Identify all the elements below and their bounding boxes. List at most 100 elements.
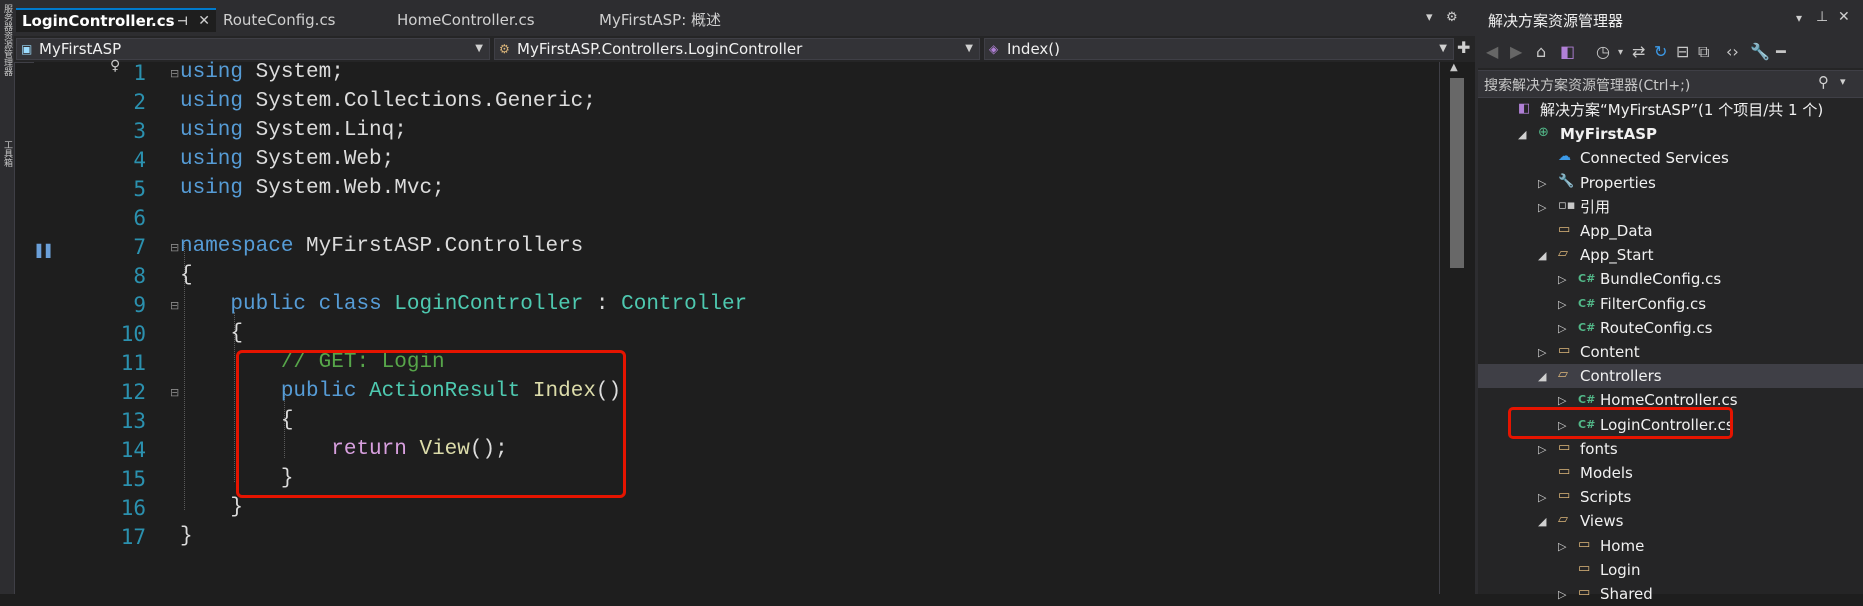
collapse-all-icon[interactable]: ⊟ bbox=[1676, 42, 1689, 61]
code-view-icon[interactable]: ‹› bbox=[1726, 42, 1739, 61]
back-icon[interactable]: ◀ bbox=[1486, 42, 1498, 61]
line-number: 5 bbox=[133, 177, 146, 201]
editor-vertical-scrollbar[interactable]: ▲ bbox=[1439, 62, 1476, 594]
tree-node-label[interactable]: RouteConfig.cs bbox=[1600, 316, 1713, 340]
tree-node-label[interactable]: Home bbox=[1600, 534, 1644, 558]
class-dropdown-value: MyFirstASP.Controllers.LoginController bbox=[517, 40, 803, 58]
csharp-file-icon: C# bbox=[1578, 393, 1596, 407]
filter-dropdown-icon[interactable]: ▾ bbox=[1618, 47, 1623, 58]
tree-node-label[interactable]: Views bbox=[1580, 509, 1623, 533]
tree-node-label[interactable]: App_Data bbox=[1580, 219, 1653, 243]
csharp-file-icon: C# bbox=[1578, 320, 1596, 334]
tree-node-label[interactable]: MyFirstASP bbox=[1560, 122, 1657, 146]
code-editor[interactable]: ♀ ▐▐ 1 using System; ⊟ 2 using System.Collec… bbox=[32, 58, 1439, 594]
collapsed-arrow-icon[interactable]: ▷ bbox=[1538, 491, 1546, 504]
search-icon[interactable]: ⚲ bbox=[1818, 73, 1829, 91]
solution-search-box[interactable]: 搜索解决方案资源管理器(Ctrl+;) ⚲ ▾ bbox=[1478, 70, 1863, 98]
code-line[interactable]: public class LoginController : Controlle… bbox=[180, 293, 747, 316]
close-icon[interactable]: ✕ bbox=[1838, 9, 1850, 25]
tree-node-label[interactable]: Controllers bbox=[1580, 364, 1662, 388]
show-all-files-icon[interactable]: ⧉ bbox=[1698, 42, 1709, 62]
tree-node-label[interactable]: 引用 bbox=[1580, 195, 1610, 219]
tree-node-label[interactable]: BundleConfig.cs bbox=[1600, 267, 1721, 291]
code-line[interactable]: namespace MyFirstASP.Controllers bbox=[180, 235, 583, 258]
code-token: { bbox=[180, 264, 193, 287]
preview-icon[interactable]: ━ bbox=[1776, 42, 1786, 61]
code-line[interactable]: using System.Web; bbox=[180, 148, 394, 171]
split-editor-icon[interactable]: ✚ bbox=[1457, 38, 1470, 57]
close-icon[interactable]: ✕ bbox=[198, 10, 210, 32]
code-token: System.Web.Mvc; bbox=[243, 177, 445, 200]
code-line[interactable]: using System; bbox=[180, 61, 344, 84]
collapsed-arrow-icon[interactable]: ▷ bbox=[1558, 273, 1566, 286]
tab-homecontroller[interactable]: HomeController.cs bbox=[391, 8, 591, 32]
line-number: 11 bbox=[120, 351, 146, 375]
tree-node-label[interactable]: Content bbox=[1580, 340, 1640, 364]
collapsed-arrow-icon[interactable]: ▷ bbox=[1558, 540, 1566, 553]
tree-node-label[interactable]: Models bbox=[1580, 461, 1633, 485]
line-number: 9 bbox=[133, 293, 146, 317]
pin-icon[interactable]: ⊥ bbox=[1816, 9, 1828, 25]
tree-node-label[interactable]: FilterConfig.cs bbox=[1600, 292, 1706, 316]
collapsed-arrow-icon[interactable]: ▷ bbox=[1558, 298, 1566, 311]
code-line[interactable]: } bbox=[180, 525, 193, 548]
pending-changes-filter-icon[interactable]: ◷ bbox=[1596, 42, 1610, 61]
sync-icon[interactable]: ⇄ bbox=[1632, 42, 1645, 61]
collapsed-arrow-icon[interactable]: ▷ bbox=[1558, 394, 1566, 407]
line-number: 4 bbox=[133, 148, 146, 172]
tab-overview[interactable]: MyFirstASP: 概述 bbox=[593, 8, 789, 32]
tree-node-label[interactable]: Scripts bbox=[1580, 485, 1631, 509]
pin-icon[interactable]: ⊣ bbox=[177, 10, 188, 32]
line-number: 15 bbox=[120, 467, 146, 491]
code-line[interactable]: using System.Collections.Generic; bbox=[180, 90, 596, 113]
collapse-region-icon[interactable]: ⊟ bbox=[170, 299, 179, 312]
tree-node-label[interactable]: 解决方案“MyFirstASP”(1 个项目/共 1 个) bbox=[1540, 98, 1823, 122]
code-line[interactable]: using System.Linq; bbox=[180, 119, 407, 142]
home-icon[interactable]: ⌂ bbox=[1536, 42, 1546, 61]
collapse-region-icon[interactable]: ⊟ bbox=[170, 67, 179, 80]
toolbox-tab[interactable]: 工具箱 bbox=[1, 140, 14, 167]
scroll-up-icon[interactable]: ▲ bbox=[1450, 62, 1458, 73]
tab-logincontroller[interactable]: LoginController.cs ⊣ ✕ bbox=[16, 8, 216, 32]
tree-node-label[interactable]: App_Start bbox=[1580, 243, 1653, 267]
collapsed-arrow-icon[interactable]: ▷ bbox=[1558, 588, 1566, 601]
expanded-arrow-icon[interactable]: ◢ bbox=[1518, 128, 1526, 141]
settings-gear-icon[interactable]: ⚙ bbox=[1446, 10, 1458, 25]
tab-routeconfig[interactable]: RouteConfig.cs bbox=[217, 8, 390, 32]
scrollbar-thumb[interactable] bbox=[1450, 78, 1464, 268]
tree-node-label[interactable]: fonts bbox=[1580, 437, 1618, 461]
panel-dropdown-icon[interactable]: ▾ bbox=[1796, 11, 1802, 25]
tree-node-label[interactable]: Shared bbox=[1600, 582, 1653, 606]
expanded-arrow-icon[interactable]: ◢ bbox=[1538, 370, 1546, 383]
collapsed-arrow-icon[interactable]: ▷ bbox=[1538, 177, 1546, 190]
tree-node-label[interactable]: Connected Services bbox=[1580, 146, 1729, 170]
code-line[interactable]: } bbox=[180, 496, 243, 519]
code-line[interactable]: { bbox=[180, 264, 193, 287]
highlight-box-index-method bbox=[236, 350, 626, 498]
class-dropdown[interactable]: ⚙ MyFirstASP.Controllers.LoginController… bbox=[494, 38, 980, 60]
code-line[interactable]: using System.Web.Mvc; bbox=[180, 177, 445, 200]
switch-views-icon[interactable]: ◧ bbox=[1560, 42, 1575, 61]
tree-node-label[interactable]: Properties bbox=[1580, 171, 1656, 195]
tree-node-label[interactable]: Login bbox=[1600, 558, 1640, 582]
expanded-arrow-icon[interactable]: ◢ bbox=[1538, 515, 1546, 528]
collapse-region-icon[interactable]: ⊟ bbox=[170, 386, 179, 399]
collapsed-arrow-icon[interactable]: ▷ bbox=[1538, 346, 1546, 359]
code-line[interactable]: { bbox=[180, 322, 243, 345]
forward-icon[interactable]: ▶ bbox=[1510, 42, 1522, 61]
collapsed-arrow-icon[interactable]: ▷ bbox=[1538, 443, 1546, 456]
tab-dropdown-icon[interactable]: ▾ bbox=[1426, 10, 1433, 25]
member-dropdown[interactable]: ◈ Index() ▼ bbox=[984, 38, 1454, 60]
project-dropdown[interactable]: ▣ MyFirstASP ▼ bbox=[16, 38, 490, 60]
collapsed-arrow-icon[interactable]: ▷ bbox=[1538, 201, 1546, 214]
search-options-dropdown-icon[interactable]: ▾ bbox=[1840, 75, 1846, 88]
collapse-region-icon[interactable]: ⊟ bbox=[170, 241, 179, 254]
collapsed-arrow-icon[interactable]: ▷ bbox=[1558, 322, 1566, 335]
expanded-arrow-icon[interactable]: ◢ bbox=[1538, 249, 1546, 262]
panel-title: 解决方案资源管理器 bbox=[1488, 12, 1624, 30]
code-token: System.Linq; bbox=[243, 119, 407, 142]
properties-wrench-icon[interactable]: 🔧 bbox=[1750, 42, 1770, 61]
refresh-icon[interactable]: ↻ bbox=[1654, 42, 1667, 61]
server-explorer-tab[interactable]: 服务器资源管理器 bbox=[1, 4, 14, 76]
